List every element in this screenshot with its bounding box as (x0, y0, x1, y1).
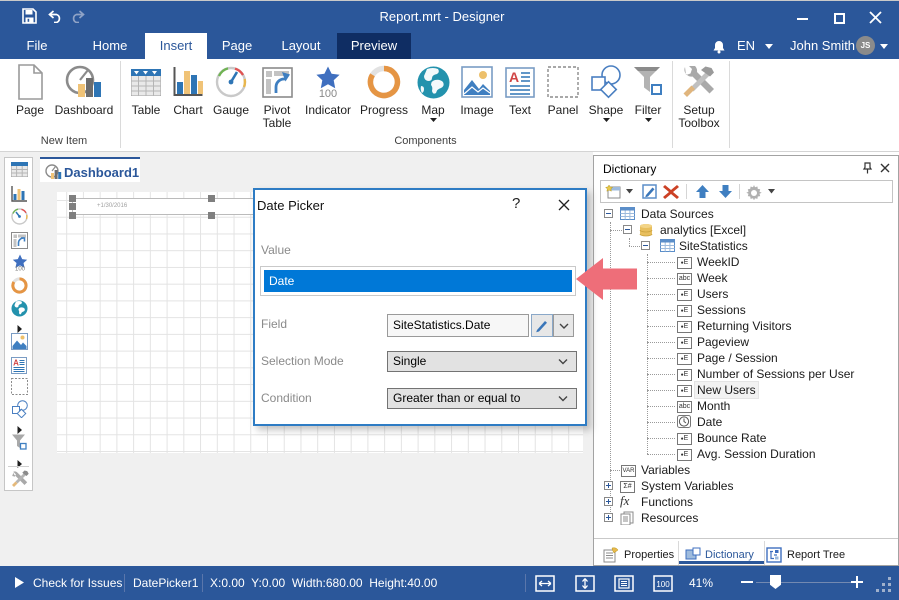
svg-text:A: A (13, 358, 19, 367)
svg-text:A: A (509, 69, 519, 85)
svg-text:100: 100 (15, 267, 26, 272)
svg-text:100: 100 (656, 580, 670, 589)
svg-text:100: 100 (319, 88, 337, 98)
